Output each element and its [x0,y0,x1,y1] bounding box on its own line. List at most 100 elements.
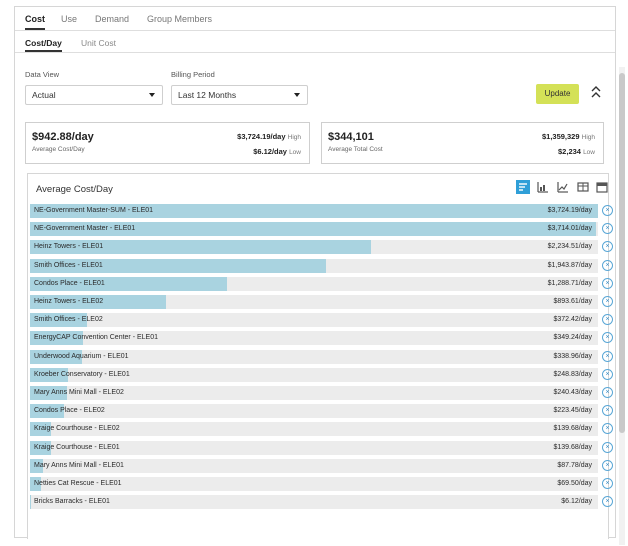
avg-total-cost-caption: Average Total Cost [328,146,383,153]
list-item[interactable]: Mary Anns Mini Mall - ELE02 $240.43/day [30,386,598,400]
billing-period-label: Billing Period [171,70,215,79]
main-tabs: Cost Use Demand Group Members [15,7,615,31]
chevron-double-up-icon[interactable] [589,84,603,104]
data-view-label: Data View [25,70,60,79]
list-item[interactable]: NE-Government Master-SUM - ELE01 $3,724.1… [30,204,598,218]
meter-name: Heinz Towers - ELE01 [34,243,104,250]
meter-name: Smith Offices - ELE02 [34,316,103,323]
cost-value: $338.96/day [553,353,592,360]
cost-value: $1,943.87/day [547,262,592,269]
list-item[interactable]: Kroeber Conservatory - ELE01 $248.83/day [30,368,598,382]
cost-value: $2,234.51/day [547,243,592,250]
scrollbar-thumb[interactable] [619,73,625,433]
sub-tabs: Cost/Day Unit Cost [15,33,615,53]
cost-value: $349.24/day [553,334,592,341]
cost-panel: Cost Use Demand Group Members Cost/Day U… [14,6,625,545]
update-button[interactable]: Update [536,84,579,104]
meter-name: Underwood Aquarium - ELE01 [34,353,129,360]
table-icon[interactable] [576,180,590,194]
cost-value: $1,288.71/day [547,280,592,287]
subtab-unit-cost[interactable]: Unit Cost [81,33,116,52]
cost-value: $893.61/day [553,298,592,305]
list-item[interactable]: Netties Cat Rescue - ELE01 $69.50/day [30,477,598,491]
list-item[interactable]: Smith Offices - ELE01 $1,943.87/day [30,259,598,273]
remove-icon[interactable]: × [602,423,613,434]
remove-icon[interactable]: × [602,260,613,271]
meter-name: Condos Place - ELE02 [34,407,105,414]
avg-total-cost-value: $344,101 [328,131,374,143]
remove-icon[interactable]: × [602,351,613,362]
remove-icon[interactable]: × [602,496,613,507]
list-item[interactable]: Bricks Barracks - ELE01 $6.12/day [30,495,598,509]
avg-cost-day-high: $3,724.19/day High [237,132,301,141]
cost-value: $6.12/day [561,498,592,505]
remove-icon[interactable]: × [602,387,613,398]
meter-name: Netties Cat Rescue - ELE01 [34,480,122,487]
scrollbar[interactable] [619,67,625,545]
remove-icon[interactable]: × [602,405,613,416]
remove-icon[interactable]: × [602,460,613,471]
meter-name: Heinz Towers - ELE02 [34,298,104,305]
meter-name: Mary Anns Mini Mall - ELE01 [34,462,124,469]
list-item[interactable]: Underwood Aquarium - ELE01 $338.96/day [30,350,598,364]
remove-icon[interactable]: × [602,223,613,234]
meter-name: Condos Place - ELE01 [34,280,105,287]
list-item[interactable]: Heinz Towers - ELE02 $893.61/day [30,295,598,309]
meter-name: NE-Government Master - ELE01 [34,225,136,232]
sort-desc-icon[interactable] [516,180,530,194]
list-item[interactable]: Condos Place - ELE02 $223.45/day [30,404,598,418]
cost-value: $139.68/day [553,444,592,451]
cost-value: $87.78/day [557,462,592,469]
data-view-value: Actual [32,90,56,100]
meter-name: Kraige Courthouse - ELE02 [34,425,120,432]
avg-cost-day-caption: Average Cost/Day [32,146,85,153]
list-item[interactable]: Heinz Towers - ELE01 $2,234.51/day [30,240,598,254]
billing-period-value: Last 12 Months [178,90,237,100]
remove-icon[interactable]: × [602,442,613,453]
cost-value: $69.50/day [557,480,592,487]
cost-value: $139.68/day [553,425,592,432]
calendar-icon[interactable] [595,180,609,194]
cost-value: $3,714.01/day [547,225,592,232]
remove-icon[interactable]: × [602,369,613,380]
cost-value: $372.42/day [553,316,592,323]
remove-icon[interactable]: × [602,332,613,343]
meter-name: EnergyCAP Convention Center - ELE01 [34,334,158,341]
avg-total-cost-card: $344,101 Average Total Cost $1,359,329 H… [321,122,604,164]
caret-down-icon [294,93,300,97]
remove-icon[interactable]: × [602,478,613,489]
meter-name: Smith Offices - ELE01 [34,262,103,269]
remove-icon[interactable]: × [602,241,613,252]
list-item[interactable]: Kraige Courthouse - ELE02 $139.68/day [30,422,598,436]
tab-demand[interactable]: Demand [95,7,129,30]
avg-total-cost-high: $1,359,329 High [541,132,595,141]
list-item[interactable]: NE-Government Master - ELE01 $3,714.01/da… [30,222,598,236]
data-view-select[interactable]: Actual [25,85,163,105]
remove-icon[interactable]: × [602,296,613,307]
list-item[interactable]: Condos Place - ELE01 $1,288.71/day [30,277,598,291]
line-chart-icon[interactable] [556,180,570,194]
meter-name: Mary Anns Mini Mall - ELE02 [34,389,124,396]
list-item[interactable]: Kraige Courthouse - ELE01 $139.68/day [30,441,598,455]
cost-value: $3,724.19/day [547,207,592,214]
tab-use[interactable]: Use [61,7,77,30]
remove-icon[interactable]: × [602,278,613,289]
list-item[interactable]: Mary Anns Mini Mall - ELE01 $87.78/day [30,459,598,473]
avg-cost-day-low: $6.12/day Low [253,147,301,156]
avg-cost-day-value: $942.88/day [32,131,94,143]
billing-period-select[interactable]: Last 12 Months [171,85,308,105]
tab-group-members[interactable]: Group Members [147,7,212,30]
remove-icon[interactable]: × [602,314,613,325]
caret-down-icon [149,93,155,97]
remove-icon[interactable]: × [602,205,613,216]
cost-value: $223.45/day [553,407,592,414]
cost-value: $248.83/day [553,371,592,378]
list-item[interactable]: Smith Offices - ELE02 $372.42/day [30,313,598,327]
cost-list: Average Cost/Day NE-Government Master-SU… [27,173,613,539]
subtab-cost-day[interactable]: Cost/Day [25,33,62,52]
tab-cost[interactable]: Cost [25,7,45,30]
avg-cost-day-card: $942.88/day Average Cost/Day $3,724.19/d… [25,122,310,164]
bar-chart-icon[interactable] [536,180,550,194]
list-item[interactable]: EnergyCAP Convention Center - ELE01 $349.… [30,331,598,345]
meter-name: Bricks Barracks - ELE01 [34,498,110,505]
